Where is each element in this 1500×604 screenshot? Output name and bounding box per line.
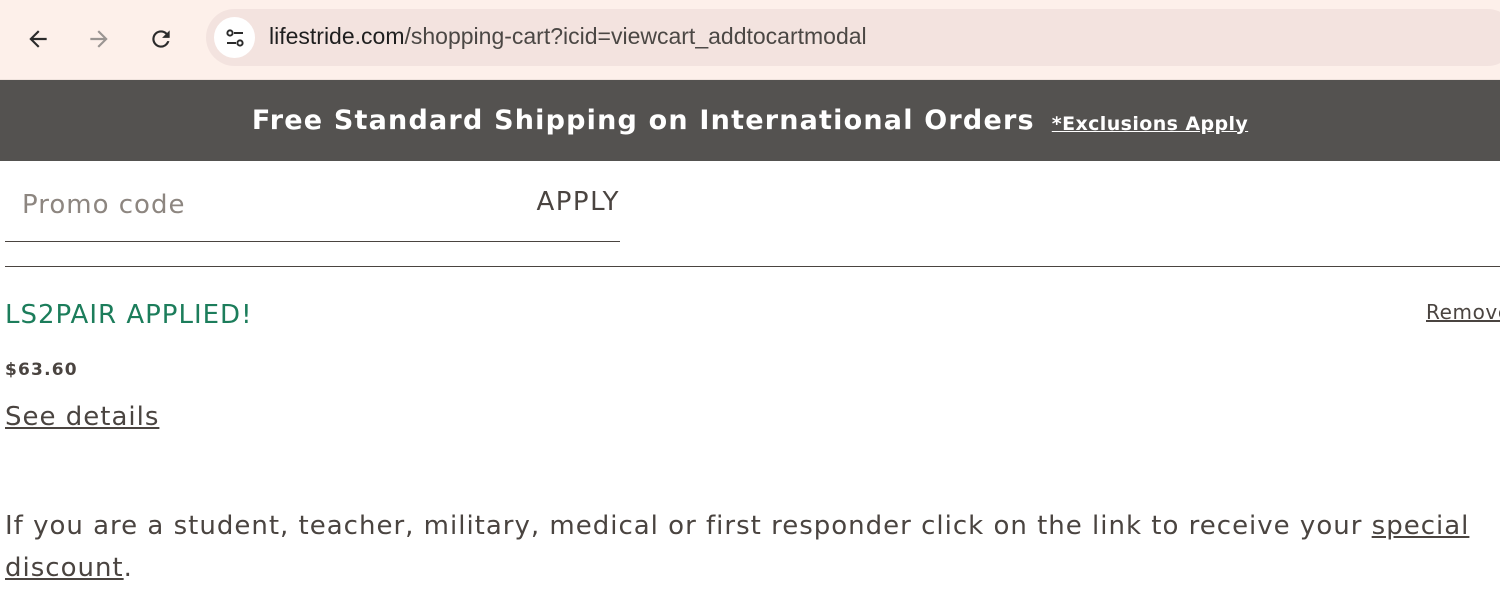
browser-toolbar: lifestride.com/shopping-cart?icid=viewca… — [0, 0, 1500, 80]
banner-text: Free Standard Shipping on International … — [251, 105, 1035, 136]
site-info-button[interactable] — [214, 17, 255, 58]
url-domain: lifestride.com — [269, 23, 405, 49]
promo-applied-title: LS2PAIR APPLIED! — [5, 300, 253, 330]
exclusions-link[interactable]: *Exclusions Apply — [1052, 113, 1248, 135]
remove-promo-link[interactable]: Remove — [1426, 300, 1500, 324]
discount-amount: $63.60 — [5, 360, 78, 380]
url-text[interactable]: lifestride.com/shopping-cart?icid=viewca… — [269, 23, 867, 50]
see-details-link[interactable]: See details — [5, 402, 159, 432]
apply-button[interactable]: APPLY — [536, 187, 620, 217]
divider — [5, 266, 1500, 267]
reload-button[interactable] — [141, 19, 181, 59]
special-discount-suffix: . — [123, 553, 133, 583]
promo-code-input[interactable] — [22, 190, 482, 220]
shipping-banner: Free Standard Shipping on International … — [0, 80, 1500, 161]
arrow-right-icon — [90, 30, 108, 48]
forward-button[interactable] — [79, 19, 119, 59]
promo-code-field: APPLY — [5, 175, 620, 242]
special-discount-text: If you are a student, teacher, military,… — [5, 511, 1372, 541]
url-path: /shopping-cart?icid=viewcart_addtocartmo… — [404, 23, 867, 49]
arrow-left-icon — [29, 30, 47, 48]
back-button[interactable] — [18, 19, 58, 59]
tune-icon — [225, 28, 244, 47]
special-discount-message: If you are a student, teacher, military,… — [5, 505, 1485, 589]
reload-icon — [152, 30, 170, 48]
address-bar[interactable]: lifestride.com/shopping-cart?icid=viewca… — [206, 9, 1500, 66]
